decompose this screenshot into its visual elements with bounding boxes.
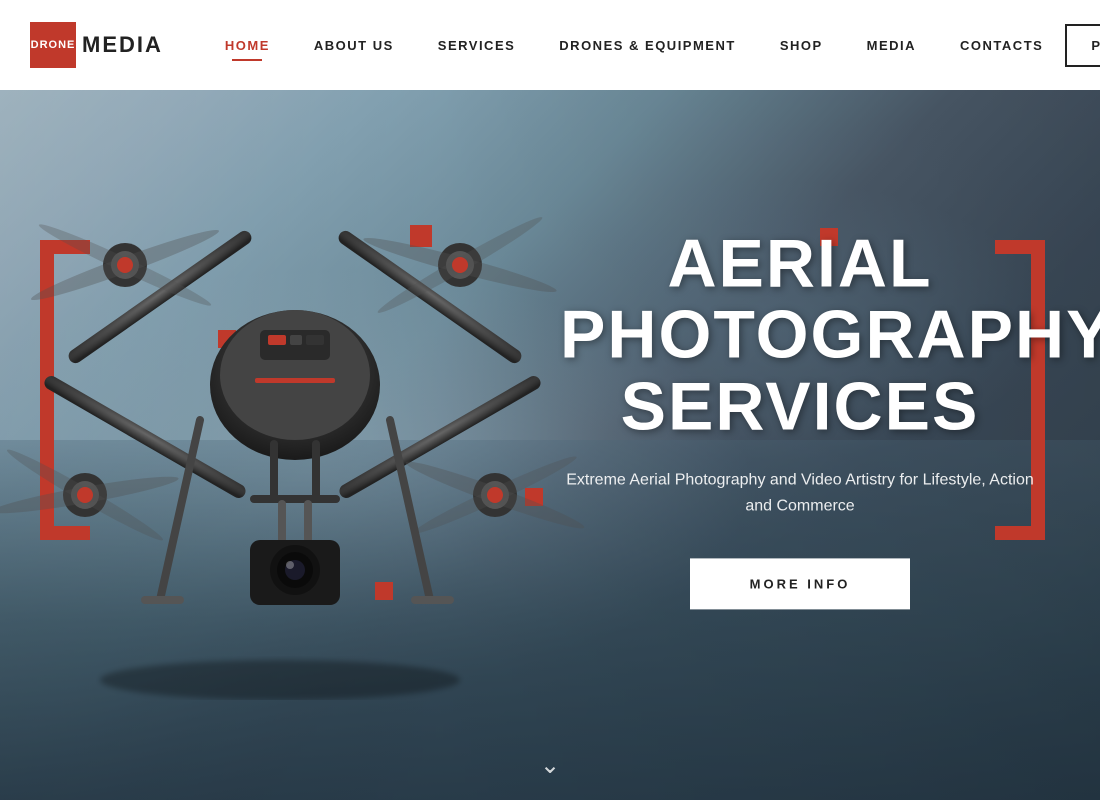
more-info-button[interactable]: MORE INFO <box>690 559 911 610</box>
hero-title: AERIAL PHOTOGRAPHY SERVICES <box>560 228 1040 442</box>
logo-drone-text: DRONE <box>31 40 76 51</box>
portfolio-button[interactable]: PORTFOLIO <box>1065 24 1100 67</box>
nav-home[interactable]: HOME <box>203 38 292 53</box>
hero-subtitle: Extreme Aerial Photography and Video Art… <box>560 468 1040 519</box>
drone-image <box>0 120 620 700</box>
logo[interactable]: DRONE MEDIA <box>30 22 163 68</box>
nav-about[interactable]: ABOUT US <box>292 38 416 53</box>
scroll-down-icon[interactable]: ⌄ <box>540 751 560 780</box>
nav-services[interactable]: SERVICES <box>416 38 538 53</box>
logo-box: DRONE <box>30 22 76 68</box>
logo-media-text: MEDIA <box>82 32 163 58</box>
nav-contacts[interactable]: CONTACTS <box>938 38 1065 53</box>
hero-content: AERIAL PHOTOGRAPHY SERVICES Extreme Aeri… <box>560 228 1040 609</box>
nav-media[interactable]: MEDIA <box>845 38 938 53</box>
nav-shop[interactable]: SHOP <box>758 38 845 53</box>
main-header: DRONE MEDIA HOME ABOUT US SERVICES DRONE… <box>0 0 1100 90</box>
main-nav: HOME ABOUT US SERVICES DRONES & EQUIPMEN… <box>203 24 1100 67</box>
nav-drones[interactable]: DRONES & EQUIPMENT <box>537 38 758 53</box>
hero-section: AERIAL PHOTOGRAPHY SERVICES Extreme Aeri… <box>0 0 1100 800</box>
